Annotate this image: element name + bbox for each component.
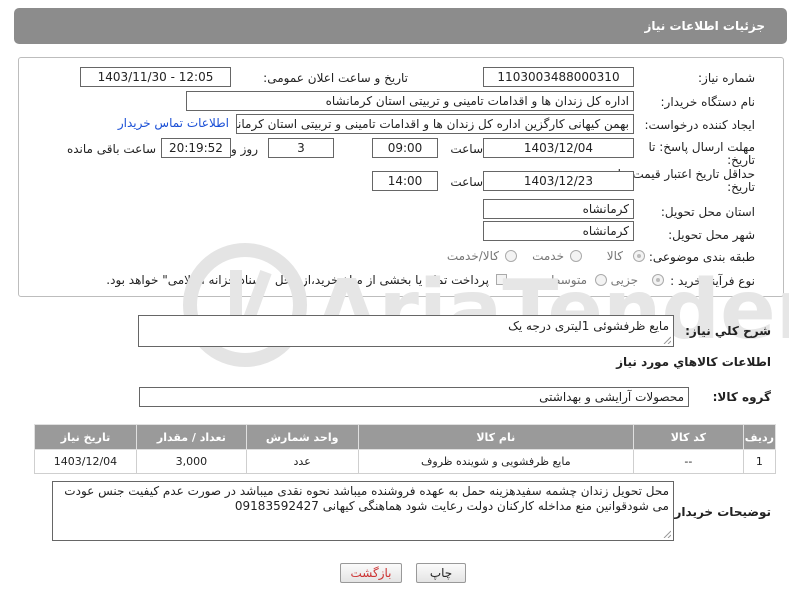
col-need-date: تاریخ نیاز bbox=[34, 424, 137, 450]
reply-days-label: روز و bbox=[231, 142, 258, 156]
purchase-type-label: نوع فرآیند خرید : bbox=[670, 274, 755, 288]
need-number-field: 1103003488000310 bbox=[483, 67, 634, 87]
goods-group-field: محصولات آرایشی و بهداشتی bbox=[139, 387, 689, 407]
summary-label: شرح کلي نياز: bbox=[685, 324, 771, 338]
purchase-medium-label: متوسط bbox=[549, 273, 587, 287]
announce-datetime-label: تاریخ و ساعت اعلان عمومی: bbox=[263, 71, 408, 85]
delivery-city-field: کرمانشاه bbox=[483, 221, 634, 241]
category-goods-service-radio[interactable] bbox=[505, 250, 517, 262]
page-title: جزئیات اطلاعات نیاز bbox=[644, 19, 765, 33]
goods-table-header: ردیف کد کالا نام کالا واحد شمارش تعداد /… bbox=[34, 424, 777, 450]
cell-goods-code: -- bbox=[633, 449, 744, 474]
remaining-time-field: 20:19:52 bbox=[161, 138, 231, 158]
goods-group-label: گروه کالا: bbox=[712, 390, 771, 404]
price-validity-time-label: ساعت bbox=[450, 175, 483, 189]
cell-unit: عدد bbox=[245, 449, 359, 474]
resize-grip-icon[interactable] bbox=[663, 336, 671, 344]
col-unit: واحد شمارش bbox=[245, 424, 359, 450]
announce-datetime-field: 1403/11/30 - 12:05 bbox=[80, 67, 231, 87]
category-label: طبقه بندی موضوعی: bbox=[648, 250, 755, 264]
back-button[interactable]: بازگشت bbox=[340, 563, 402, 583]
col-goods-code: کد کالا bbox=[633, 424, 744, 450]
reply-deadline-label: مهلت ارسال پاسخ: تا bbox=[648, 140, 755, 154]
category-service-radio[interactable] bbox=[570, 250, 582, 262]
buyer-org-field: اداره کل زندان ها و اقدامات تامینی و ترب… bbox=[186, 91, 634, 111]
purchase-minor-radio[interactable] bbox=[652, 274, 664, 286]
page-header: جزئیات اطلاعات نیاز bbox=[14, 8, 787, 44]
cell-quantity: 3,000 bbox=[135, 449, 247, 474]
price-validity-label: حداقل تاریخ اعتبار قیمت: تا bbox=[617, 167, 755, 181]
reply-deadline-date-field: 1403/12/04 bbox=[483, 138, 634, 158]
price-validity-date-field: 1403/12/23 bbox=[483, 171, 634, 191]
price-validity-label-date: تاریخ: bbox=[727, 180, 755, 194]
category-goods-radio[interactable] bbox=[633, 250, 645, 262]
reply-deadline-label-date: تاریخ: bbox=[727, 153, 755, 167]
category-goods-label: کالا bbox=[606, 249, 623, 263]
buyer-notes-line-1: محل تحویل زندان چشمه سفیدهزینه حمل به عه… bbox=[64, 484, 669, 498]
requester-field: بهمن کیهانی کارگزین اداره کل زندان ها و … bbox=[236, 114, 634, 134]
goods-section-title: اطلاعات کالاهاي مورد نياز bbox=[616, 355, 771, 369]
table-row: 1 -- مایع ظرفشویی و شوینده ظروف عدد 3,00… bbox=[34, 449, 777, 474]
summary-textarea[interactable]: مایع ظرفشوئی 1لیتری درجه یک bbox=[138, 315, 674, 347]
resize-grip-icon[interactable] bbox=[663, 530, 671, 538]
buyer-notes-line-2: می شودقوانین منع مداخله کارکنان دولت رعا… bbox=[234, 499, 669, 513]
requester-label: ایجاد کننده درخواست: bbox=[644, 118, 755, 132]
cell-goods-name: مایع ظرفشویی و شوینده ظروف bbox=[357, 449, 635, 474]
purchase-minor-label: جزیی bbox=[610, 273, 638, 287]
purchase-medium-radio[interactable] bbox=[595, 274, 607, 286]
reply-days-field: 3 bbox=[268, 138, 334, 158]
treasury-payment-checkbox[interactable] bbox=[496, 274, 507, 285]
delivery-city-label: شهر محل تحویل: bbox=[668, 228, 755, 242]
buyer-notes-textarea[interactable]: محل تحویل زندان چشمه سفیدهزینه حمل به عه… bbox=[52, 481, 674, 541]
print-button[interactable]: چاپ bbox=[416, 563, 466, 583]
delivery-province-field: کرمانشاه bbox=[483, 199, 634, 219]
reply-deadline-time-label: ساعت bbox=[450, 142, 483, 156]
col-goods-name: نام کالا bbox=[357, 424, 635, 450]
summary-text: مایع ظرفشوئی 1لیتری درجه یک bbox=[508, 319, 669, 333]
remaining-time-label: ساعت باقی مانده bbox=[66, 142, 156, 156]
buyer-contact-link[interactable]: اطلاعات تماس خریدار bbox=[118, 116, 229, 130]
buyer-org-label: نام دستگاه خریدار: bbox=[660, 95, 756, 109]
price-validity-time-field: 14:00 bbox=[372, 171, 438, 191]
col-quantity: تعداد / مقدار bbox=[135, 424, 247, 450]
category-goods-service-label: کالا/خدمت bbox=[446, 249, 499, 263]
need-number-label: شماره نیاز: bbox=[698, 71, 755, 85]
reply-deadline-time-field: 09:00 bbox=[372, 138, 438, 158]
delivery-province-label: استان محل تحویل: bbox=[660, 205, 755, 219]
col-row-number: ردیف bbox=[742, 424, 777, 450]
cell-row-number: 1 bbox=[742, 449, 777, 474]
category-service-label: خدمت bbox=[532, 249, 564, 263]
goods-table: ردیف کد کالا نام کالا واحد شمارش تعداد /… bbox=[34, 424, 777, 474]
cell-need-date: 1403/12/04 bbox=[34, 449, 137, 474]
treasury-payment-note: پرداخت تمام یا بخشی از مبلغ خرید،از محل … bbox=[106, 273, 489, 287]
buyer-notes-label: توضیحات خریدار: bbox=[669, 505, 771, 519]
